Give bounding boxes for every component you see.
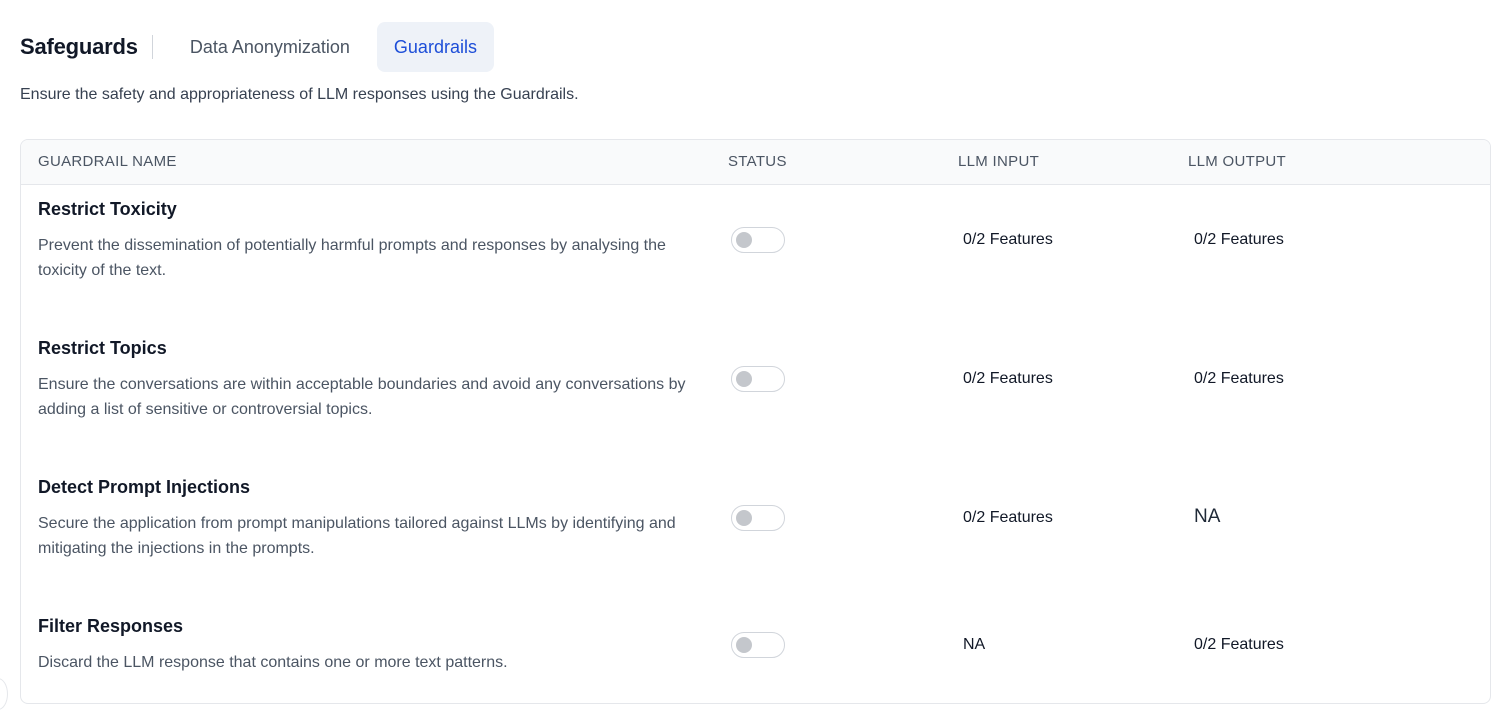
- guardrail-name: Restrict Toxicity: [38, 199, 177, 219]
- guardrail-name: Restrict Topics: [38, 338, 167, 358]
- guardrail-description: Prevent the dissemination of potentially…: [38, 237, 666, 279]
- page-title: Safeguards: [20, 34, 138, 59]
- status-toggle[interactable]: [731, 505, 785, 531]
- title-divider: [151, 35, 153, 59]
- tab-data-anonymization[interactable]: Data Anonymization: [173, 22, 367, 72]
- llm-input-value[interactable]: 0/2 Features: [963, 509, 1053, 527]
- llm-input-value[interactable]: 0/2 Features: [963, 370, 1053, 388]
- status-toggle[interactable]: [731, 227, 785, 253]
- toggle-knob: [736, 371, 752, 387]
- llm-output-value[interactable]: 0/2 Features: [1194, 370, 1284, 388]
- status-toggle[interactable]: [731, 632, 785, 658]
- llm-input-value: NA: [963, 636, 986, 653]
- status-toggle[interactable]: [731, 366, 785, 392]
- guardrail-description: Secure the application from prompt manip…: [38, 515, 676, 557]
- toggle-knob: [736, 232, 752, 248]
- page-header: Safeguards Data Anonymization Guardrails: [20, 22, 504, 72]
- tab-guardrails[interactable]: Guardrails: [376, 22, 494, 72]
- llm-output-value: NA: [1194, 506, 1221, 527]
- llm-output-value[interactable]: 0/2 Features: [1194, 231, 1284, 249]
- llm-output-value[interactable]: 0/2 Features: [1194, 636, 1284, 654]
- column-header-llm-input: LLM INPUT: [958, 153, 1040, 170]
- guardrail-name: Detect Prompt Injections: [38, 477, 251, 497]
- toggle-knob: [736, 510, 752, 526]
- llm-input-value[interactable]: 0/2 Features: [963, 231, 1053, 249]
- guardrails-table: GUARDRAIL NAME STATUS LLM INPUT LLM OUTP…: [20, 139, 1491, 704]
- guardrail-description: Discard the LLM response that contains o…: [38, 654, 508, 671]
- table-header: GUARDRAIL NAME STATUS LLM INPUT LLM OUTP…: [21, 140, 1490, 185]
- guardrail-description: Ensure the conversations are within acce…: [38, 376, 686, 418]
- column-header-llm-output: LLM OUTPUT: [1188, 153, 1287, 170]
- collapse-handle[interactable]: [0, 678, 8, 710]
- guardrail-name: Filter Responses: [38, 616, 184, 636]
- page-subtitle: Ensure the safety and appropriateness of…: [20, 86, 579, 103]
- column-header-status: STATUS: [728, 153, 787, 170]
- toggle-knob: [736, 637, 752, 653]
- column-header-guardrail-name: GUARDRAIL NAME: [38, 153, 177, 170]
